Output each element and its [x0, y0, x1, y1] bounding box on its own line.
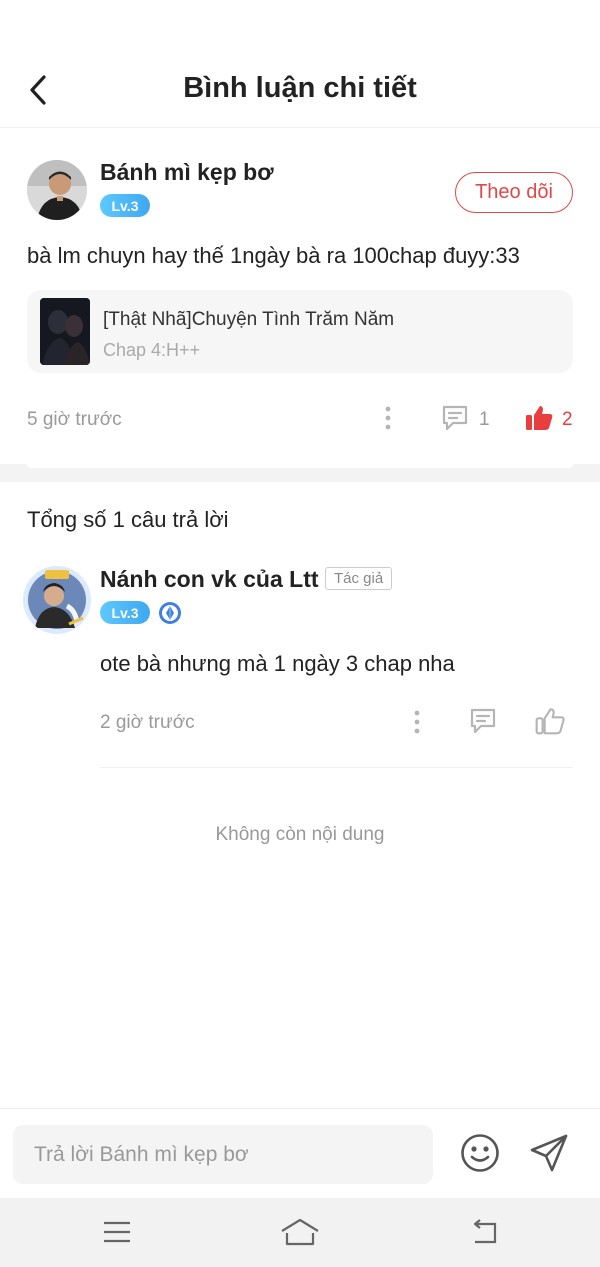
- back-nav-button[interactable]: [461, 1212, 505, 1252]
- comment-time: 5 giờ trước: [27, 409, 122, 430]
- comment-icon: [470, 708, 496, 734]
- more-vertical-icon: [414, 710, 420, 734]
- reply-avatar[interactable]: [23, 566, 91, 634]
- reply-time: 2 giờ trước: [100, 712, 195, 733]
- follow-button[interactable]: Theo dõi: [455, 172, 573, 213]
- level-badge: Lv.3: [100, 194, 150, 217]
- reply-input[interactable]: [13, 1125, 433, 1184]
- chapter-thumbnail: [40, 298, 90, 365]
- comment-text: bà lm chuyn hay thế 1ngày bà ra 100chap …: [27, 243, 520, 268]
- emoji-button[interactable]: [458, 1131, 502, 1175]
- comment-detail-screen: Bình luận chi tiết Bánh mì kẹp bơ Lv.3 T…: [0, 0, 600, 1198]
- smiley-icon: [461, 1134, 499, 1172]
- reply-button[interactable]: [438, 401, 472, 435]
- page-title: Bình luận chi tiết: [183, 72, 417, 104]
- reply-level-badge: Lv.3: [100, 601, 150, 624]
- system-navigation-bar: [0, 1198, 600, 1267]
- author-tag: Tác giả: [325, 567, 393, 590]
- gem-badge-icon: [158, 601, 182, 625]
- reply-comment-button[interactable]: [466, 704, 500, 738]
- section-divider: [0, 464, 600, 482]
- avatar[interactable]: [27, 160, 87, 220]
- thumbs-up-icon: [526, 406, 553, 430]
- home-icon: [281, 1218, 319, 1246]
- chapter-subtitle: Chap 4:H++: [103, 340, 201, 360]
- thumbs-up-icon: [535, 708, 565, 735]
- return-icon: [473, 1219, 497, 1244]
- reply-input-bar: [0, 1108, 600, 1198]
- chapter-title: [Thật Nhã]Chuyện Tình Trăm Năm: [103, 309, 395, 330]
- total-replies-label: Tổng số 1 câu trả lời: [27, 507, 229, 532]
- send-button[interactable]: [526, 1130, 572, 1176]
- comment-icon: [442, 405, 468, 431]
- reply-like-button[interactable]: [532, 704, 568, 738]
- user-name[interactable]: Bánh mì kẹp bơ: [100, 159, 274, 186]
- menu-icon: [104, 1221, 130, 1243]
- avatar-image: [27, 160, 87, 220]
- chapter-card[interactable]: [Thật Nhã]Chuyện Tình Trăm Năm Chap 4:H+…: [27, 290, 573, 373]
- send-icon: [530, 1134, 568, 1172]
- reply-divider: [100, 767, 573, 768]
- reply-text: ote bà nhưng mà 1 ngày 3 chap nha: [100, 651, 455, 676]
- header: Bình luận chi tiết: [0, 0, 600, 128]
- recent-apps-button[interactable]: [95, 1212, 139, 1252]
- reply-more-button[interactable]: [405, 707, 429, 737]
- like-button[interactable]: [522, 402, 556, 434]
- reply-user-name[interactable]: Nánh con vk của Ltt: [100, 566, 319, 593]
- home-button[interactable]: [278, 1212, 322, 1252]
- more-vertical-icon: [385, 406, 391, 430]
- more-button[interactable]: [376, 403, 400, 433]
- reply-count: 1: [479, 409, 490, 430]
- end-of-content-label: Không còn nội dung: [215, 824, 385, 845]
- like-count: 2: [562, 409, 573, 430]
- reply-avatar-image: [23, 566, 91, 634]
